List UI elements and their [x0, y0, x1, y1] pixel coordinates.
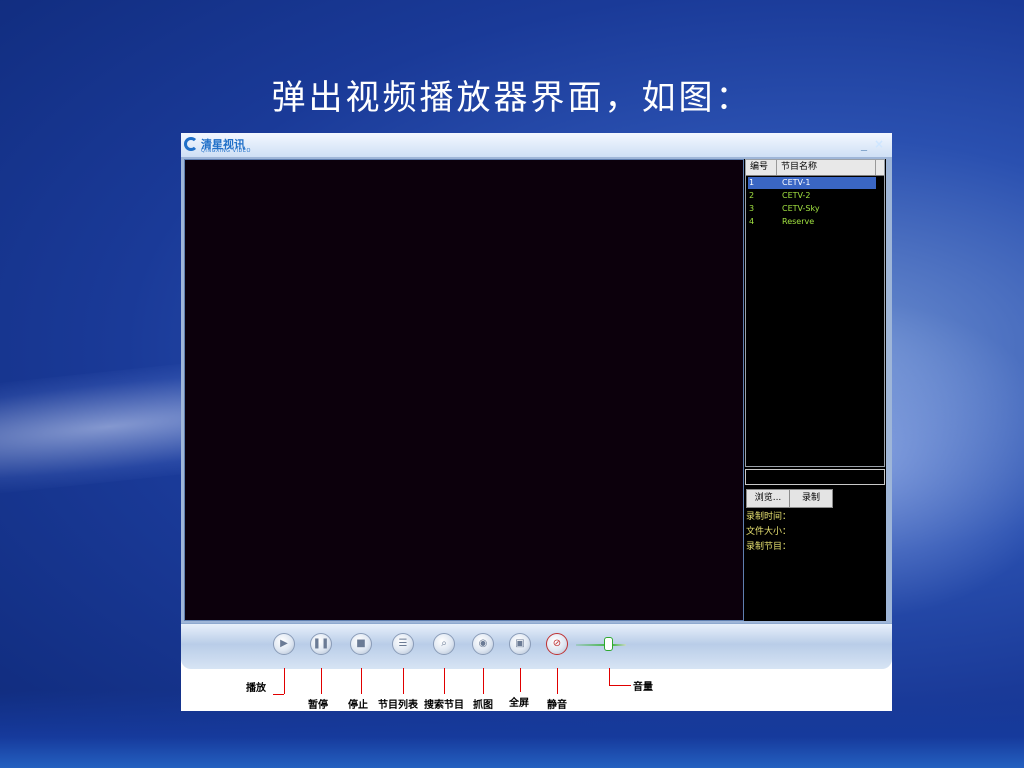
annotation-snapshot: 抓图 — [473, 700, 493, 711]
channel-number: 2 — [749, 191, 755, 200]
annotation-line — [284, 668, 285, 694]
annotation-line — [609, 668, 610, 685]
channel-list: 编号 节目名称 1 CETV-1 2 CETV-2 3 CETV-Sky 4 R… — [745, 159, 885, 467]
channel-row[interactable]: 3 CETV-Sky — [748, 203, 876, 215]
annotation-line — [609, 685, 631, 686]
annotation-stop: 停止 — [348, 700, 368, 711]
annotation-line — [321, 668, 322, 694]
stop-icon[interactable]: ■ — [350, 633, 372, 655]
channel-number: 1 — [749, 178, 755, 187]
channel-name: CETV-1 — [782, 178, 811, 187]
logo-subtext: QINGXING VIDEO — [201, 148, 251, 154]
browse-button[interactable]: 浏览... — [746, 489, 790, 508]
annotation-program-list: 节目列表 — [378, 700, 418, 711]
channel-name: Reserve — [782, 217, 815, 226]
minimize-button[interactable]: _ — [858, 137, 870, 151]
video-display[interactable] — [184, 159, 744, 621]
annotation-line — [273, 694, 284, 695]
search-icon[interactable]: ⌕ — [433, 633, 455, 655]
annotation-fullscreen: 全屏 — [509, 698, 529, 709]
record-panel: 浏览... 录制 录制时间： 文件大小： 录制节目： — [744, 485, 886, 621]
file-size-label: 文件大小： — [746, 527, 792, 537]
annotation-search-program: 搜索节目 — [424, 700, 464, 711]
channel-row[interactable]: 1 CETV-1 — [748, 177, 876, 189]
channel-name: CETV-2 — [782, 191, 811, 200]
mute-icon[interactable]: ⊘ — [546, 633, 568, 655]
annotation-pause: 暂停 — [308, 700, 328, 711]
channel-list-header: 编号 节目名称 — [746, 160, 884, 176]
player-body: 编号 节目名称 1 CETV-1 2 CETV-2 3 CETV-Sky 4 R… — [181, 157, 892, 623]
close-button[interactable]: × — [873, 137, 885, 151]
program-list-icon[interactable]: ☰ — [392, 633, 414, 655]
annotation-line — [403, 668, 404, 694]
channel-row[interactable]: 4 Reserve — [748, 216, 876, 228]
annotation-line — [444, 668, 445, 694]
column-header-program-name[interactable]: 节目名称 — [777, 160, 876, 175]
annotation-volume: 音量 — [633, 682, 653, 693]
annotation-play: 播放 — [246, 683, 266, 694]
pause-icon[interactable]: ❚❚ — [310, 633, 332, 655]
channel-name: CETV-Sky — [782, 204, 820, 213]
record-path-field[interactable] — [745, 469, 885, 485]
play-icon[interactable]: ▶ — [273, 633, 295, 655]
snapshot-icon[interactable]: ◉ — [472, 633, 494, 655]
annotation-line — [557, 668, 558, 694]
slide-title: 弹出视频播放器界面，如图： — [271, 78, 753, 118]
record-time-label: 录制时间： — [746, 512, 792, 522]
logo-icon — [184, 137, 198, 151]
column-header-number[interactable]: 编号 — [746, 160, 777, 175]
video-player-window: 清星视讯 QINGXING VIDEO _ × 编号 节目名称 1 CETV-1… — [181, 133, 892, 711]
fullscreen-icon[interactable]: ▣ — [509, 633, 531, 655]
channel-row[interactable]: 2 CETV-2 — [748, 190, 876, 202]
control-bar: ▶ ❚❚ ■ ☰ ⌕ ◉ ▣ ⊘ — [181, 623, 892, 669]
record-button[interactable]: 录制 — [789, 489, 833, 508]
side-panel: 编号 节目名称 1 CETV-1 2 CETV-2 3 CETV-Sky 4 R… — [744, 159, 886, 621]
record-program-label: 录制节目： — [746, 542, 792, 552]
volume-slider-handle[interactable] — [604, 637, 613, 651]
annotation-mute: 静音 — [547, 700, 567, 711]
channel-number: 3 — [749, 204, 755, 213]
annotation-line — [520, 668, 521, 692]
annotation-line — [361, 668, 362, 694]
player-titlebar: 清星视讯 QINGXING VIDEO _ × — [181, 133, 892, 158]
annotation-line — [483, 668, 484, 694]
volume-slider[interactable] — [576, 644, 626, 646]
channel-number: 4 — [749, 217, 755, 226]
